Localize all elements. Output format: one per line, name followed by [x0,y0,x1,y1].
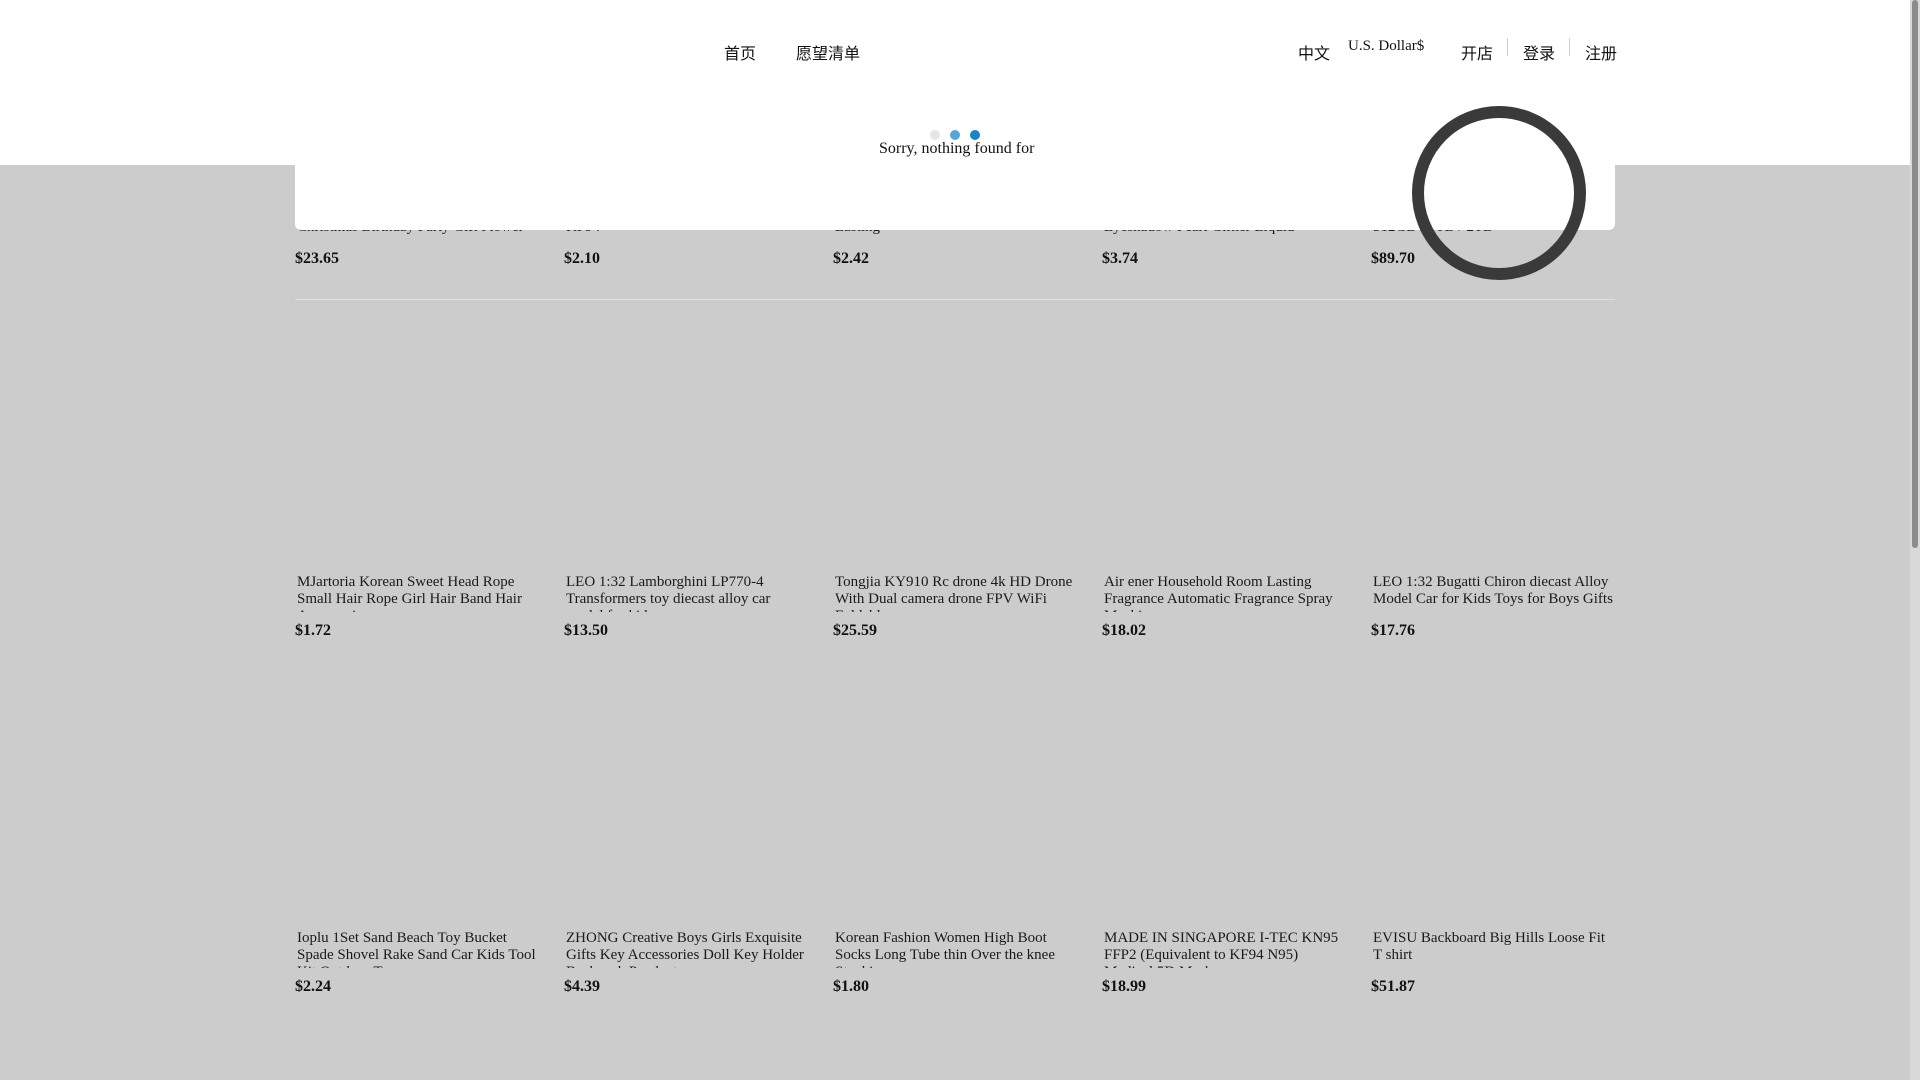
product-name[interactable]: MADE IN SINGAPORE I-TEC KN95 FFP2 (Equiv… [1104,930,1348,968]
nav-home-link[interactable]: 首页 [724,40,756,64]
product-card[interactable]: LEO 1:32 Lamborghini LP770-4 Transformer… [564,316,814,672]
product-name[interactable]: Ioplu 1Set Sand Beach Toy Bucket Spade S… [297,930,541,968]
currency-selector[interactable]: U.S. Dollar$ [1348,38,1424,55]
product-name[interactable]: EVISU Backboard Big Hills Loose Fit T sh… [1373,930,1617,968]
divider [1507,38,1508,56]
product-card[interactable]: Tongjia KY910 Rc drone 4k HD Drone With … [833,316,1083,672]
product-image[interactable] [833,672,1083,922]
product-price: $89.70 [1371,250,1415,267]
product-card[interactable]: ZHONG Creative Boys Girls Exquisite Gift… [564,672,814,1028]
open-shop-link[interactable]: 开店 [1461,40,1493,64]
register-link[interactable]: 注册 [1585,40,1617,64]
product-name[interactable]: ZHONG Creative Boys Girls Exquisite Gift… [566,930,810,968]
product-image[interactable] [295,316,545,566]
product-name[interactable]: MJartoria Korean Sweet Head Rope Small H… [297,574,541,612]
product-card[interactable]: Korean Fashion Women High Boot Socks Lon… [833,672,1083,1028]
product-row-2: MJartoria Korean Sweet Head Rope Small H… [295,316,1615,672]
product-card[interactable]: Ioplu 1Set Sand Beach Toy Bucket Spade S… [295,672,545,1028]
product-image[interactable] [1102,316,1352,566]
product-card[interactable]: Air ener Household Room Lasting Fragranc… [1102,316,1352,672]
no-results-message: Sorry, nothing found for [879,140,1035,157]
product-card[interactable]: MADE IN SINGAPORE I-TEC KN95 FFP2 (Equiv… [1102,672,1352,1028]
loading-spinner-icon [1412,106,1586,280]
language-selector[interactable]: 中文 [1298,40,1330,64]
product-card[interactable]: MJartoria Korean Sweet Head Rope Small H… [295,316,545,672]
product-card[interactable]: LEO 1:32 Bugatti Chiron diecast Alloy Mo… [1371,316,1621,672]
product-name[interactable]: Tongjia KY910 Rc drone 4k HD Drone With … [835,574,1079,612]
product-price: $51.87 [1371,978,1415,995]
product-image[interactable] [564,672,814,922]
login-link[interactable]: 登录 [1523,40,1555,64]
product-name[interactable]: LEO 1:32 Lamborghini LP770-4 Transformer… [566,574,810,612]
product-name[interactable]: Korean Fashion Women High Boot Socks Lon… [835,930,1079,968]
product-price: $3.74 [1102,250,1138,267]
product-name[interactable]: Air ener Household Room Lasting Fragranc… [1104,574,1348,612]
product-image[interactable] [564,316,814,566]
product-price: $25.59 [833,622,877,639]
product-image[interactable] [295,672,545,922]
product-price: $13.50 [564,622,608,639]
product-name[interactable]: LEO 1:32 Bugatti Chiron diecast Alloy Mo… [1373,574,1617,612]
loading-dots [930,130,990,140]
loading-dot [950,130,960,140]
product-card[interactable]: EVISU Backboard Big Hills Loose Fit T sh… [1371,672,1621,1028]
product-price: $2.42 [833,250,869,267]
nav-wishlist-link[interactable]: 愿望清单 [796,40,860,64]
product-price: $23.65 [295,250,339,267]
product-image[interactable] [1371,316,1621,566]
loading-dot [930,130,940,140]
loading-dot [970,130,980,140]
product-image[interactable] [1102,672,1352,922]
product-price: $1.80 [833,978,869,995]
product-image[interactable] [1371,672,1621,922]
product-price: $18.99 [1102,978,1146,995]
product-price: $4.39 [564,978,600,995]
divider [1569,38,1570,56]
scrollbar-thumb[interactable] [1912,0,1918,548]
product-price: $17.76 [1371,622,1415,639]
product-price: $2.10 [564,250,600,267]
product-price: $18.02 [1102,622,1146,639]
product-price: $2.24 [295,978,331,995]
product-row-3: Ioplu 1Set Sand Beach Toy Bucket Spade S… [295,672,1615,1028]
product-price: $1.72 [295,622,331,639]
product-image[interactable] [833,316,1083,566]
